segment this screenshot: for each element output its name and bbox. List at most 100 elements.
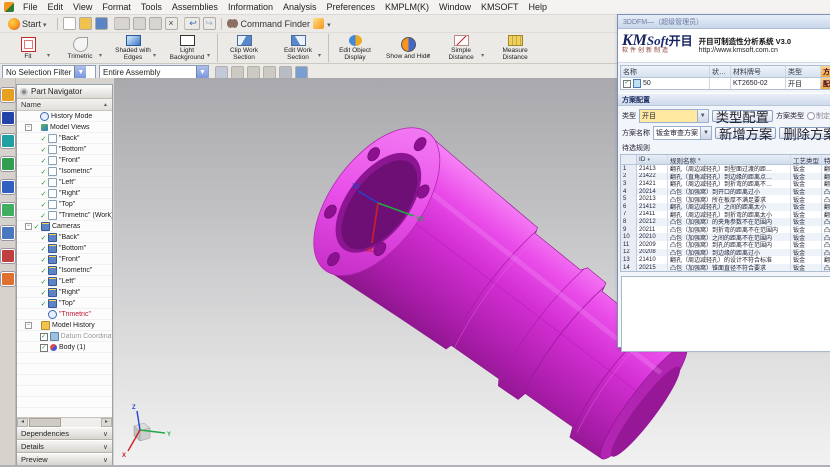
tree-item[interactable]: "Bottom"	[17, 243, 112, 254]
rule-row[interactable]: 13 21410 翻孔（周边减轻孔）的设计不符合标准 钣金 翻孔	[621, 256, 830, 264]
history-icon[interactable]	[1, 203, 15, 217]
toolbar-button[interactable]: Edit Object Display	[328, 33, 382, 63]
select-parent-icon[interactable]	[231, 66, 244, 79]
tree-item[interactable]: "Right"	[17, 188, 112, 199]
menu-item[interactable]: Edit	[43, 1, 69, 13]
paste-icon[interactable]	[114, 17, 130, 30]
scroll-right-icon[interactable]: ▸	[101, 418, 112, 427]
col-name[interactable]: 名称	[621, 66, 710, 77]
selection-scope-combo[interactable]: Entire Assembly ▼	[99, 65, 209, 79]
toolbar-button[interactable]: Clip Work Section	[217, 33, 271, 63]
combo-arrow-icon[interactable]: ▼	[700, 127, 711, 139]
menu-item[interactable]: KMSOFT	[476, 1, 524, 13]
tree-item[interactable]: "Back"	[17, 232, 112, 243]
expand-toggle-icon[interactable]	[33, 333, 40, 340]
visibility-check-icon[interactable]	[40, 234, 47, 242]
menu-item[interactable]: File	[18, 1, 43, 13]
undo-icon[interactable]: ↩	[184, 17, 200, 30]
combo-arrow-icon[interactable]: ▼	[196, 66, 208, 78]
rule-row[interactable]: 9 20211 凸包（加强窝）到折弯的距离不在范围内 钣金 凸包	[621, 226, 830, 234]
tree-item[interactable]: History Mode	[17, 111, 112, 122]
redo-icon[interactable]: ↪	[203, 17, 216, 30]
col-rule-name[interactable]: 规则名称	[668, 155, 791, 164]
expand-toggle-icon[interactable]	[33, 278, 40, 285]
visibility-check-icon[interactable]	[40, 333, 48, 341]
expand-toggle-icon[interactable]	[33, 234, 40, 241]
visibility-check-icon[interactable]	[40, 168, 47, 176]
work-assembly-icon[interactable]	[295, 66, 308, 79]
constraint-navigator-icon[interactable]	[1, 111, 15, 125]
expand-toggle-icon[interactable]: −	[25, 124, 32, 131]
dropdown-arrow-icon[interactable]	[99, 44, 105, 62]
toolbar-button[interactable]: Measure Distance	[488, 33, 542, 63]
clipboard-icon[interactable]	[149, 17, 162, 30]
copy-icon[interactable]	[133, 17, 146, 30]
menu-item[interactable]: Help	[524, 1, 553, 13]
tree-item[interactable]: "Isometric"	[17, 166, 112, 177]
tree-item[interactable]: "Isometric"	[17, 265, 112, 276]
col-type[interactable]: 类型	[786, 66, 821, 77]
tree-item[interactable]: "Back"	[17, 133, 112, 144]
select-sibling-icon[interactable]	[263, 66, 276, 79]
menu-item[interactable]: Window	[434, 1, 476, 13]
radio-icon[interactable]	[807, 112, 815, 120]
tree-item[interactable]: "Left"	[17, 276, 112, 287]
selection-filter-combo[interactable]: No Selection Filter ▼	[2, 65, 96, 79]
visibility-check-icon[interactable]	[40, 344, 48, 352]
tree-item[interactable]: "Front"	[17, 155, 112, 166]
start-button[interactable]: Start	[3, 16, 52, 32]
expand-toggle-icon[interactable]	[33, 267, 40, 274]
col-material[interactable]: 材料牌号	[731, 66, 786, 77]
visibility-check-icon[interactable]	[40, 245, 47, 253]
rule-row[interactable]: 7 21411 翻孔（周边减轻孔）到折弯的距离太小 钣金 翻孔	[621, 211, 830, 219]
rule-row[interactable]: 14 20215 凸包（加强窝）锥面直径不符合要求 钣金 凸包	[621, 264, 830, 272]
toolbar-button[interactable]: Simple Distance	[434, 33, 488, 63]
visibility-check-icon[interactable]	[40, 278, 47, 286]
combo-arrow-icon[interactable]: ▼	[74, 66, 86, 78]
dropdown-arrow-icon[interactable]	[481, 44, 487, 62]
accordion-panel[interactable]: Dependencies ∨	[17, 427, 112, 440]
expand-toggle-icon[interactable]: −	[25, 223, 32, 230]
col-feature-type[interactable]: 特征类型	[822, 155, 830, 164]
toolbar-button[interactable]: Show and Hide	[382, 33, 434, 63]
scrollbar-thumb[interactable]	[29, 418, 61, 427]
menu-item[interactable]: Tools	[136, 1, 167, 13]
type-config-button[interactable]: 类型配置	[712, 110, 773, 122]
visibility-check-icon[interactable]	[40, 179, 47, 187]
tree-item[interactable]: "Front"	[17, 254, 112, 265]
toolbar-button[interactable]: Shaded with Edges	[106, 33, 160, 63]
rule-row[interactable]: 11 20209 凸包（加强窝）到孔的距离不在范围内 钣金 凸包	[621, 241, 830, 249]
toolbar-button[interactable]: Trimetric	[54, 33, 106, 63]
expand-toggle-icon[interactable]	[33, 190, 40, 197]
tree-item[interactable]: − Cameras	[17, 221, 112, 232]
new-part-icon[interactable]	[63, 17, 76, 30]
sort-ascending-icon[interactable]: ▲	[103, 102, 108, 108]
delete-icon[interactable]: ×	[165, 17, 178, 30]
expand-toggle-icon[interactable]	[33, 311, 40, 318]
menu-item[interactable]: KMPLM(K)	[380, 1, 434, 13]
visibility-check-icon[interactable]	[40, 256, 47, 264]
rule-row[interactable]: 8 20212 凸包（加强窝）的夹角参数不在范围内 钣金 凸包	[621, 218, 830, 226]
parts-table-row[interactable]: ✓50 KT2650-02 开目 配置	[621, 78, 830, 89]
col-status[interactable]: 状…	[710, 66, 731, 77]
visibility-check-icon[interactable]	[40, 157, 47, 165]
system-scenes-icon[interactable]	[1, 226, 15, 240]
menu-item[interactable]: View	[68, 1, 97, 13]
command-finder-icon[interactable]	[227, 18, 238, 29]
expand-toggle-icon[interactable]	[33, 135, 40, 142]
horizontal-scrollbar[interactable]: ◂ ▸	[17, 417, 112, 427]
rule-row[interactable]: 4 20214 凸包（加强窝）到开口的距离过小 钣金 凸包	[621, 188, 830, 196]
menu-item[interactable]: Assemblies	[167, 1, 223, 13]
expand-toggle-icon[interactable]	[25, 113, 32, 120]
visibility-check-icon[interactable]	[40, 190, 47, 198]
process-studio-icon[interactable]	[1, 249, 15, 263]
expand-toggle-icon[interactable]	[33, 245, 40, 252]
visibility-check-icon[interactable]	[40, 289, 47, 297]
visibility-check-icon[interactable]	[40, 267, 47, 275]
toolbar-button[interactable]: Light Background	[160, 33, 214, 63]
tree-item[interactable]: "Trimetric" (Work)	[17, 210, 112, 221]
expand-toggle-icon[interactable]: −	[25, 322, 32, 329]
preview-icon[interactable]	[279, 66, 292, 79]
navigator-column-header[interactable]: Name ▲	[17, 99, 112, 111]
orientation-triad[interactable]: Z Y X	[122, 405, 171, 459]
